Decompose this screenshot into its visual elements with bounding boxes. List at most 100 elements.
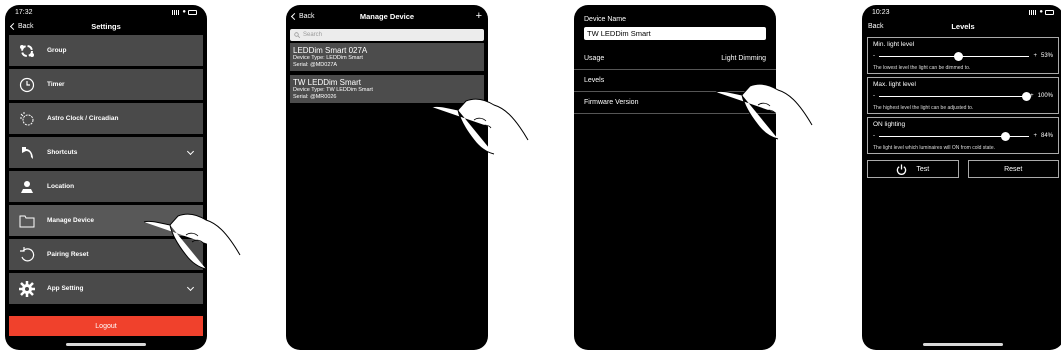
menu-item-timer[interactable]: Timer bbox=[9, 69, 203, 100]
action-buttons: Test Reset bbox=[867, 160, 1059, 178]
on-lighting-panel: ON lighting - + 84% The light level whic… bbox=[867, 117, 1059, 154]
signal-icon bbox=[172, 9, 181, 15]
menu-item-label: Manage Device bbox=[47, 217, 94, 224]
slider-title: Min. light level bbox=[873, 41, 915, 48]
usage-row[interactable]: Usage Light Dimming bbox=[574, 48, 776, 70]
status-bar: 10:23 ● bbox=[862, 5, 1061, 19]
menu-item-location[interactable]: Location bbox=[9, 171, 203, 202]
levels-screen: 10:23 ● Back Levels Min. light level - +… bbox=[862, 5, 1061, 350]
page-title: Levels bbox=[951, 22, 975, 31]
reset-button[interactable]: Reset bbox=[967, 160, 1059, 178]
menu-item-label: Astro Clock / Circadian bbox=[47, 115, 119, 122]
min-light-level-panel: Min. light level - + 53% The lowest leve… bbox=[867, 37, 1059, 74]
usage-value: Light Dimming bbox=[721, 55, 766, 62]
status-icons: ● bbox=[1029, 9, 1054, 15]
signal-icon bbox=[1029, 9, 1038, 15]
min-light-level-slider[interactable] bbox=[879, 51, 1030, 61]
pointing-hand-icon bbox=[431, 98, 529, 155]
menu-item-label: Timer bbox=[47, 81, 65, 88]
wifi-icon: ● bbox=[1039, 9, 1043, 15]
pointing-hand-icon bbox=[143, 213, 241, 270]
menu-item-group[interactable]: Group bbox=[9, 35, 203, 66]
slider-description: The light level which luminaires will ON… bbox=[873, 145, 995, 151]
page-title: Manage Device bbox=[359, 11, 415, 21]
back-button[interactable]: Back bbox=[868, 23, 884, 30]
device-serial: Serial: @MD027A bbox=[293, 61, 338, 68]
nav-bar: Back Manage Device + bbox=[286, 5, 488, 27]
device-name-field[interactable]: TW LEDDim Smart bbox=[584, 27, 766, 40]
logout-button[interactable]: Logout bbox=[9, 316, 203, 336]
test-label: Test bbox=[916, 165, 930, 173]
device-name: TW LEDDim Smart bbox=[293, 78, 361, 87]
plus-label: + bbox=[1030, 93, 1034, 99]
search-placeholder: Search bbox=[303, 32, 323, 38]
status-time: 17:32 bbox=[15, 8, 33, 16]
minus-label: - bbox=[873, 93, 875, 99]
firmware-version-label: Firmware Version bbox=[584, 99, 639, 106]
device-name-label: Device Name bbox=[584, 16, 627, 23]
battery-icon bbox=[188, 9, 197, 15]
device-detail-screen: Device Name TW LEDDim Smart Usage Light … bbox=[574, 5, 776, 350]
gear-icon bbox=[19, 280, 35, 297]
minus-label: - bbox=[873, 133, 875, 139]
device-list-item[interactable]: LEDDim Smart 027A Device Type: LEDDim Sm… bbox=[290, 43, 484, 71]
menu-item-app-setting[interactable]: App Setting bbox=[9, 273, 203, 304]
back-button[interactable]: Back bbox=[290, 12, 315, 20]
minus-label: - bbox=[873, 53, 875, 59]
slider-thumb[interactable] bbox=[1000, 131, 1010, 141]
menu-item-shortcuts[interactable]: Shortcuts bbox=[9, 137, 203, 168]
status-icons: ● bbox=[172, 9, 197, 15]
chevron-down-icon[interactable] bbox=[186, 147, 195, 156]
nav-bar: Back Settings bbox=[5, 19, 207, 34]
home-indicator bbox=[923, 343, 1003, 346]
home-indicator bbox=[66, 343, 146, 346]
location-icon bbox=[19, 179, 35, 195]
slider-thumb[interactable] bbox=[1021, 91, 1031, 101]
on-lighting-slider[interactable] bbox=[879, 131, 1030, 141]
back-label: Back bbox=[299, 12, 315, 20]
menu-item-label: Shortcuts bbox=[47, 149, 78, 156]
menu-item-label: App Setting bbox=[47, 285, 84, 292]
levels-label: Levels bbox=[584, 77, 605, 84]
chevron-left-icon bbox=[9, 22, 18, 31]
add-device-button[interactable]: + bbox=[476, 10, 482, 22]
device-name: LEDDim Smart 027A bbox=[293, 46, 368, 55]
sun-moon-icon bbox=[19, 111, 35, 127]
test-button[interactable]: Test bbox=[867, 160, 959, 178]
plus-label: + bbox=[1033, 133, 1037, 139]
max-light-level-slider[interactable] bbox=[879, 91, 1031, 101]
back-button[interactable]: Back bbox=[9, 22, 34, 31]
page-title: Settings bbox=[91, 22, 121, 31]
nav-bar: Back Levels bbox=[862, 19, 1061, 34]
slider-value: 100% bbox=[1037, 93, 1053, 99]
chevron-left-icon bbox=[290, 12, 299, 20]
search-input[interactable]: Search bbox=[290, 29, 484, 41]
slider-thumb[interactable] bbox=[954, 51, 964, 61]
search-icon bbox=[294, 32, 300, 38]
shortcut-icon bbox=[19, 145, 35, 161]
status-time: 10:23 bbox=[872, 8, 890, 16]
plus-label: + bbox=[1033, 53, 1037, 59]
settings-screen: 17:32 ● Back Settings Group Timer Astro … bbox=[5, 5, 207, 350]
slider-title: ON lighting bbox=[873, 121, 906, 128]
chevron-down-icon[interactable] bbox=[186, 283, 195, 292]
slider-title: Max. light level bbox=[873, 81, 916, 88]
menu-item-label: Location bbox=[47, 183, 75, 190]
battery-icon bbox=[1045, 9, 1054, 15]
power-icon bbox=[897, 163, 907, 175]
menu-item-astro-clock[interactable]: Astro Clock / Circadian bbox=[9, 103, 203, 134]
folder-icon bbox=[19, 213, 35, 229]
slider-description: The lowest level the light can be dimmed… bbox=[873, 65, 971, 71]
back-label: Back bbox=[18, 23, 34, 30]
clock-icon bbox=[19, 77, 35, 93]
slider-description: The highest level the light can be adjus… bbox=[873, 105, 974, 111]
wifi-icon: ● bbox=[182, 9, 186, 15]
group-icon bbox=[19, 43, 35, 59]
max-light-level-panel: Max. light level - + 100% The highest le… bbox=[867, 77, 1059, 114]
menu-item-label: Group bbox=[47, 47, 67, 54]
status-bar: 17:32 ● bbox=[5, 5, 207, 19]
usage-label: Usage bbox=[584, 55, 605, 62]
slider-value: 84% bbox=[1040, 133, 1053, 139]
manage-device-screen: Back Manage Device + Search LEDDim Smart… bbox=[286, 5, 488, 350]
slider-value: 53% bbox=[1040, 53, 1053, 59]
